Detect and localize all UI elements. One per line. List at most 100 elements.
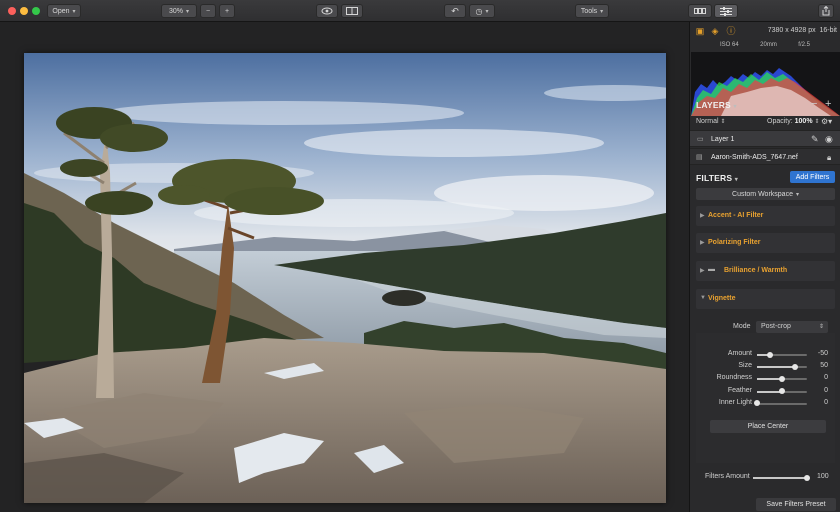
iso-value: ISO 64 — [720, 42, 739, 48]
aperture-value: f/2.5 — [798, 42, 810, 48]
slider-inner-light[interactable] — [754, 400, 807, 407]
lock-icon: 🔒︎ — [827, 153, 832, 162]
layer-item[interactable]: ▤ Aaron-Smith-ADS_7647.nef 🔒︎ — [690, 148, 840, 165]
filter-vignette[interactable]: ▼ Vignette — [696, 289, 835, 309]
slider-value-feather: 0 — [824, 386, 828, 394]
zoom-in-button[interactable]: + — [219, 4, 235, 18]
slider-value-amount: -50 — [817, 350, 828, 357]
slider-fill — [757, 366, 795, 369]
slider-value-size: 50 — [820, 362, 828, 370]
filter-polarizing[interactable]: ▶ Polarizing Filter — [696, 233, 835, 253]
slider-size[interactable] — [757, 363, 807, 370]
chevron-down-icon: ▾ — [600, 8, 604, 15]
photo-preview[interactable] — [24, 53, 666, 503]
slider-label-amount: Amount — [727, 350, 752, 357]
remove-layer-button[interactable]: − — [811, 98, 817, 110]
slider-knob[interactable] — [804, 474, 810, 481]
presets-icon — [694, 8, 706, 14]
adjustments-panel: ▣ ◈ ⓘ 7380 x 4928 px 16-bit ISO 64 20mm … — [689, 22, 840, 512]
disclosure-right-icon: ▶ — [700, 213, 705, 219]
close-window-button[interactable] — [8, 7, 16, 15]
slider-label-size: Size — [738, 362, 752, 370]
vignette-controls — [696, 333, 835, 463]
place-center-button[interactable]: Place Center — [710, 420, 826, 433]
chevron-down-icon: ▾ — [485, 8, 489, 15]
share-icon — [822, 6, 830, 16]
zoom-window-button[interactable] — [32, 7, 40, 15]
add-filters-button[interactable]: Add Filters — [790, 171, 835, 183]
sliders-icon — [720, 6, 732, 16]
add-layer-button[interactable]: + — [825, 98, 831, 110]
chevron-down-icon: ▾ — [733, 104, 737, 110]
mode-select[interactable]: Post-crop ⇕ — [756, 321, 828, 333]
image-icon[interactable]: ▣ — [695, 26, 705, 36]
image-thumbnail-icon: ▤ — [696, 154, 703, 161]
share-button[interactable] — [818, 4, 834, 18]
slider-fill — [753, 477, 807, 479]
layers-title[interactable]: LAYERS ▾ — [696, 100, 737, 110]
filters-title[interactable]: FILTERS ▾ — [696, 173, 738, 183]
slider-label-inner-light: Inner Light — [718, 398, 752, 406]
filter-brilliance-warmth[interactable]: ▶ ▬ Brilliance / Warmth — [696, 261, 835, 281]
disclosure-right-icon: ▶ — [700, 240, 705, 246]
slider-value-inner-light: 0 — [824, 398, 828, 406]
layers-icon[interactable]: ◈ — [710, 26, 720, 36]
chevron-down-icon: ▾ — [795, 191, 799, 198]
undo-icon: ↶ — [451, 5, 459, 16]
history-button[interactable]: ◷ ▾ — [469, 4, 495, 18]
layer-name: Aaron-Smith-ADS_7647.nef — [711, 154, 798, 161]
zoom-select[interactable]: 30% ▾ — [161, 4, 197, 18]
info-icon[interactable]: ⓘ — [726, 26, 736, 36]
layer-item[interactable]: ▭ Layer 1 ✎ ◉ — [690, 130, 840, 147]
mode-label: Mode — [733, 323, 751, 330]
slider-label-roundness: Roundness — [716, 374, 752, 382]
compare-button[interactable] — [341, 4, 363, 18]
blend-mode-select[interactable]: Normal ⇕ — [696, 118, 726, 125]
save-filters-preset-button[interactable]: Save Filters Preset — [756, 498, 836, 511]
chevron-down-icon: ▾ — [186, 8, 190, 15]
clock-icon: ◷ — [475, 6, 483, 16]
plus-icon: + — [224, 7, 230, 15]
slider-knob[interactable] — [779, 375, 785, 382]
layer-name: Layer 1 — [711, 136, 735, 143]
image-dimensions: 7380 x 4928 px 16-bit — [767, 27, 837, 34]
filters-amount-value: 100 — [817, 473, 829, 480]
open-button[interactable]: Open ▾ — [47, 4, 81, 18]
slider-knob[interactable] — [791, 363, 798, 370]
slider-feather[interactable] — [757, 388, 807, 395]
split-view-icon — [346, 7, 358, 15]
brush-icon[interactable]: ✎ — [811, 134, 819, 145]
adjustments-panel-button[interactable] — [714, 4, 738, 18]
filters-amount-label: Filters Amount — [705, 473, 750, 480]
tools-label: Tools — [580, 7, 598, 15]
chevron-down-icon: ▾ — [734, 177, 738, 183]
disclosure-down-icon: ▼ — [700, 295, 706, 301]
undo-button[interactable]: ↶ — [444, 4, 466, 18]
zoom-out-button[interactable]: − — [200, 4, 216, 18]
visibility-eye-icon[interactable]: ◉ — [825, 134, 833, 145]
filter-accent-ai[interactable]: ▶ Accent - AI Filter — [696, 206, 835, 226]
preview-button[interactable] — [316, 4, 338, 18]
minus-icon: − — [205, 7, 211, 15]
workspace-select[interactable]: Custom Workspace ▾ — [696, 188, 835, 200]
focal-length: 20mm — [760, 42, 777, 48]
filters-amount-slider[interactable] — [753, 474, 810, 481]
disclosure-right-icon: ▶ — [700, 268, 705, 274]
landscape-photo — [24, 53, 666, 503]
tools-button[interactable]: Tools ▾ — [575, 4, 609, 18]
top-toolbar: Open ▾ 30% ▾ − + ↶ ◷ ▾ Tools ▾ — [0, 0, 840, 22]
image-canvas[interactable] — [0, 22, 689, 512]
exif-info: ISO 64 20mm f/2.5 — [720, 42, 810, 48]
gear-icon[interactable]: ⚙︎▾ — [821, 117, 832, 126]
opacity-control[interactable]: Opacity: 100% ⇕ — [767, 118, 820, 125]
slider-label-feather: Feather — [727, 386, 752, 394]
slider-amount[interactable] — [757, 351, 807, 358]
minimize-window-button[interactable] — [20, 7, 28, 15]
presets-panel-button[interactable] — [688, 4, 712, 18]
open-label: Open — [52, 7, 70, 15]
chevron-down-icon: ▾ — [72, 8, 76, 15]
slider-value-roundness: 0 — [824, 374, 828, 382]
eye-icon — [321, 7, 333, 15]
filter-thumbnail-icon: ▬ — [708, 266, 715, 273]
slider-knob[interactable] — [766, 351, 773, 358]
